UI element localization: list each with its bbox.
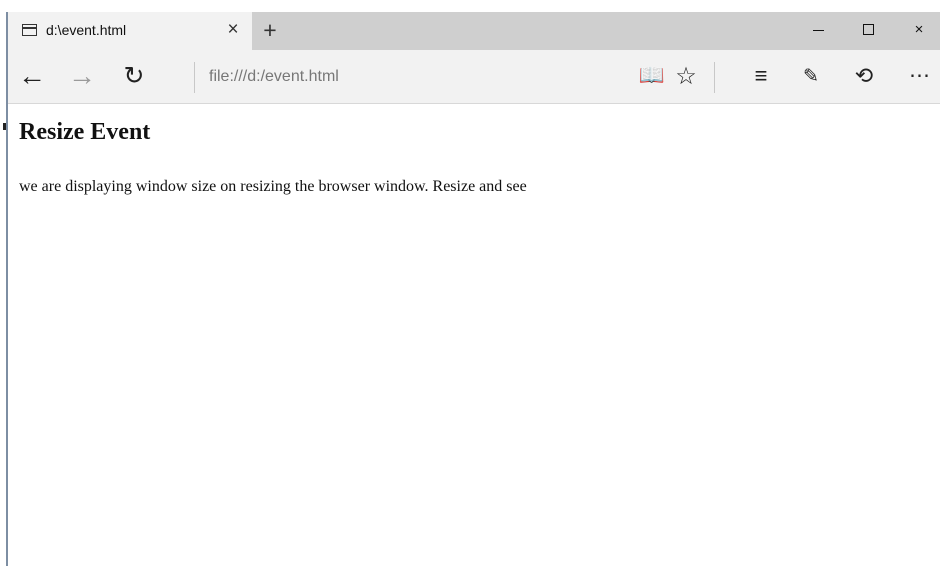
tab-title: d:\event.html [46, 22, 127, 38]
hub-icon[interactable]: ≡ [747, 62, 775, 90]
page-message: we are displaying window size on resizin… [19, 178, 527, 195]
web-note-icon[interactable]: ✎ [797, 62, 825, 90]
close-window-button[interactable]: × [896, 12, 940, 48]
page-icon [22, 24, 37, 36]
maximize-button[interactable] [846, 12, 892, 48]
browser-toolbar: ← → ↻ file:///d:/event.html 📖 ☆ ≡ ✎ ⟲ ⋯ [8, 50, 940, 104]
refresh-icon[interactable]: ↻ [120, 62, 148, 90]
reading-view-icon[interactable]: 📖 [638, 62, 666, 90]
tab-close-button[interactable]: × [222, 17, 244, 43]
favorite-star-icon[interactable]: ☆ [672, 62, 700, 90]
minimize-icon [813, 30, 824, 31]
page-content: Resize Event we are displaying window si… [8, 104, 940, 566]
more-options-icon[interactable]: ⋯ [906, 61, 934, 89]
tab-bar: d:\event.html × + × [8, 12, 940, 50]
maximize-icon [863, 24, 874, 35]
toolbar-divider [194, 62, 195, 93]
back-icon[interactable]: ← [18, 60, 46, 91]
minimize-button[interactable] [796, 12, 842, 48]
page-title: Resize Event [19, 119, 151, 145]
share-icon[interactable]: ⟲ [850, 62, 878, 90]
forward-icon[interactable]: → [68, 60, 96, 91]
window-edge-marker [3, 123, 6, 130]
address-bar[interactable]: file:///d:/event.html [209, 66, 629, 88]
new-tab-button[interactable]: + [256, 14, 284, 46]
active-tab[interactable]: d:\event.html × [8, 12, 252, 50]
toolbar-divider [714, 62, 715, 93]
browser-window: d:\event.html × + × ← → ↻ file:///d:/eve… [0, 0, 940, 566]
